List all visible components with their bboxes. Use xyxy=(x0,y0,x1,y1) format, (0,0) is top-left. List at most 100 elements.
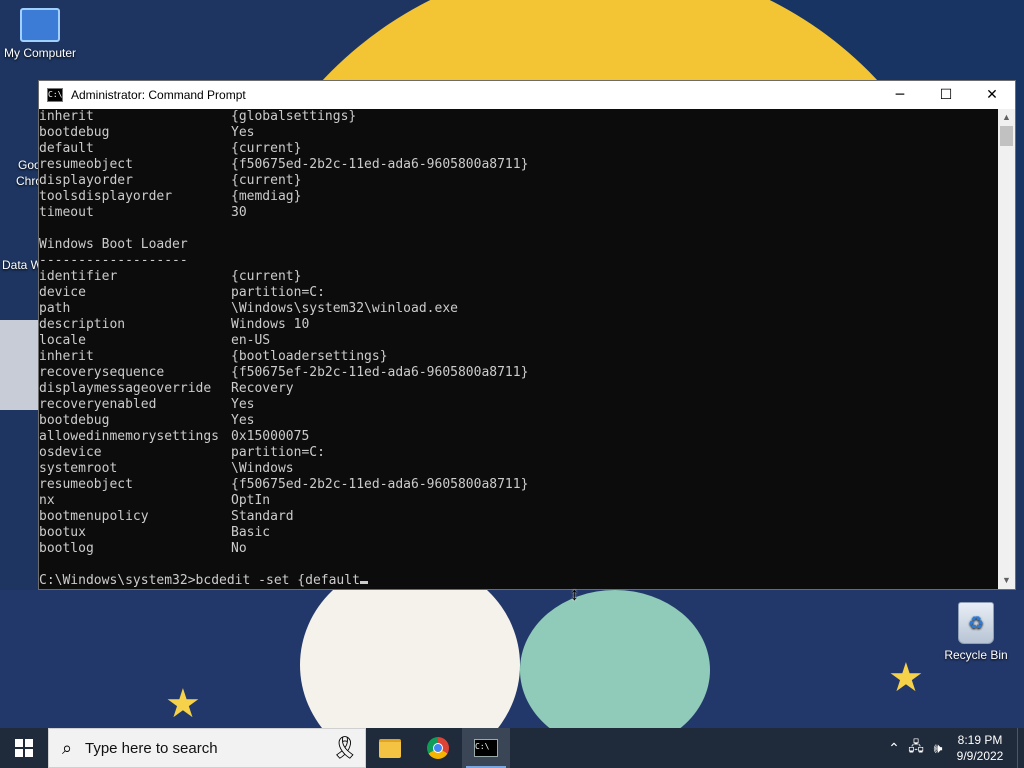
console-line: inherit {globalsettings} xyxy=(39,109,999,125)
console-value: Standard xyxy=(231,509,294,524)
console-value: Windows 10 xyxy=(231,317,310,332)
console-key: bootux xyxy=(39,525,86,540)
console-key: recoveryenabled xyxy=(39,397,157,412)
show-desktop-button[interactable] xyxy=(1017,728,1024,768)
wallpaper-shape xyxy=(0,320,40,410)
console-value: \Windows xyxy=(231,461,294,476)
console-line: bootmenupolicy Standard xyxy=(39,509,999,525)
window-controls: ─ ☐ ✕ xyxy=(877,81,1015,109)
console-key: systemroot xyxy=(39,461,118,476)
console-prompt: C:\Windows\system32> xyxy=(39,573,196,588)
console-line: locale en-US xyxy=(39,333,999,349)
command-prompt-icon: C:\ xyxy=(47,88,63,102)
vertical-scrollbar[interactable]: ▲ ▼ xyxy=(998,109,1015,589)
volume-icon[interactable]: 🕪 xyxy=(927,740,949,757)
window-titlebar[interactable]: C:\ Administrator: Command Prompt ─ ☐ ✕ xyxy=(39,81,1015,109)
system-tray: ⌃ 🖧 🕪 8:19 PM 9/9/2022 xyxy=(883,728,1024,768)
desktop-icon-recycle-bin[interactable]: Recycle Bin xyxy=(936,602,1016,662)
console-key: recoverysequence xyxy=(39,365,165,380)
console-value: {bootloadersettings} xyxy=(231,349,388,364)
console-key: allowedinmemorysettings xyxy=(39,429,220,444)
console-value: Yes xyxy=(231,125,255,140)
star-icon: ★ xyxy=(888,656,924,700)
chevron-up-icon[interactable]: ⌃ xyxy=(883,740,905,757)
console-value: {f50675ed-2b2c-11ed-ada6-9605800a8711} xyxy=(231,157,529,172)
console-key: device xyxy=(39,285,86,300)
awareness-ribbon-icon: 🎗 xyxy=(331,735,359,760)
command-prompt-icon: C:\ xyxy=(474,739,498,757)
console-key: ------------------- xyxy=(39,253,188,268)
console-value: partition=C: xyxy=(231,445,325,460)
console-line: default {current} xyxy=(39,141,999,157)
console-line: path \Windows\system32\winload.exe xyxy=(39,301,999,317)
command-prompt-window[interactable]: C:\ Administrator: Command Prompt ─ ☐ ✕ … xyxy=(38,80,1016,590)
console-key: inherit xyxy=(39,349,94,364)
window-title: Administrator: Command Prompt xyxy=(71,88,246,102)
taskbar-app-command-prompt[interactable]: C:\ xyxy=(462,728,510,768)
clock[interactable]: 8:19 PM 9/9/2022 xyxy=(949,732,1011,764)
console-value: Basic xyxy=(231,525,271,540)
file-explorer-icon xyxy=(379,738,401,758)
console-value: OptIn xyxy=(231,493,271,508)
desktop-icon-my-computer[interactable]: My Computer xyxy=(0,8,80,60)
console-value: Yes xyxy=(231,413,255,428)
console-line: resumeobject {f50675ed-2b2c-11ed-ada6-960… xyxy=(39,157,999,173)
console-key: Windows Boot Loader xyxy=(39,237,188,252)
console-key: displaymessageoverride xyxy=(39,381,212,396)
console-line: timeout 30 xyxy=(39,205,999,221)
close-button[interactable]: ✕ xyxy=(969,81,1015,109)
text-cursor xyxy=(359,581,368,584)
console-command-input[interactable]: bcdedit -set {default xyxy=(196,573,360,588)
console-line: systemroot \Windows xyxy=(39,461,999,477)
scroll-down-arrow-icon[interactable]: ▼ xyxy=(998,572,1015,589)
start-button[interactable] xyxy=(0,728,48,768)
console-line: description Windows 10 xyxy=(39,317,999,333)
console-line: osdevice partition=C: xyxy=(39,445,999,461)
console-output[interactable]: inherit {globalsettings} bootdebug Yes defau… xyxy=(39,109,999,589)
search-icon: ⌕ xyxy=(61,737,73,758)
console-key: inherit xyxy=(39,109,94,124)
desktop-icon-partial-label[interactable]: Data W xyxy=(2,258,42,272)
console-line: recoveryenabled Yes xyxy=(39,397,999,413)
console-line: bootdebug Yes xyxy=(39,413,999,429)
console-prompt-line[interactable]: C:\Windows\system32>bcdedit -set {defaul… xyxy=(39,573,999,589)
console-line: resumeobject {f50675ed-2b2c-11ed-ada6-960… xyxy=(39,477,999,493)
console-line: displayorder {current} xyxy=(39,173,999,189)
network-icon[interactable]: 🖧 xyxy=(905,736,927,760)
console-line: bootux Basic xyxy=(39,525,999,541)
console-value: {f50675ef-2b2c-11ed-ada6-9605800a8711} xyxy=(231,365,529,380)
minimize-button[interactable]: ─ xyxy=(877,81,923,109)
console-key: identifier xyxy=(39,269,118,284)
star-icon: ★ xyxy=(165,682,201,726)
console-line: Windows Boot Loader xyxy=(39,237,999,253)
windows-logo-icon xyxy=(15,739,33,757)
console-value: {current} xyxy=(231,173,302,188)
taskbar-app-file-explorer[interactable] xyxy=(366,728,414,768)
taskbar: ⌕ Type here to search 🎗 C:\ ⌃ 🖧 🕪 8:19 P… xyxy=(0,728,1024,768)
console-line: recoverysequence {f50675ef-2b2c-11ed-ada6… xyxy=(39,365,999,381)
console-value: 0x15000075 xyxy=(231,429,310,444)
recycle-bin-icon xyxy=(958,602,994,644)
scroll-thumb[interactable] xyxy=(1000,126,1013,146)
maximize-button[interactable]: ☐ xyxy=(923,81,969,109)
console-value: en-US xyxy=(231,333,271,348)
chrome-icon xyxy=(427,737,449,759)
console-line: toolsdisplayorder {memdiag} xyxy=(39,189,999,205)
taskbar-app-chrome[interactable] xyxy=(414,728,462,768)
console-key: bootdebug xyxy=(39,413,110,428)
console-key: toolsdisplayorder xyxy=(39,189,173,204)
desktop-icon-label: Recycle Bin xyxy=(944,648,1008,662)
clock-time: 8:19 PM xyxy=(957,733,1003,747)
console-value: {current} xyxy=(231,269,302,284)
clock-date: 9/9/2022 xyxy=(956,749,1004,763)
console-line: allowedinmemorysettings 0x15000075 xyxy=(39,429,999,445)
scroll-up-arrow-icon[interactable]: ▲ xyxy=(998,109,1015,126)
console-key: resumeobject xyxy=(39,157,133,172)
console-line: nx OptIn xyxy=(39,493,999,509)
console-line: device partition=C: xyxy=(39,285,999,301)
console-key: path xyxy=(39,301,71,316)
taskbar-search-box[interactable]: ⌕ Type here to search 🎗 xyxy=(48,728,366,768)
console-key: resumeobject xyxy=(39,477,133,492)
